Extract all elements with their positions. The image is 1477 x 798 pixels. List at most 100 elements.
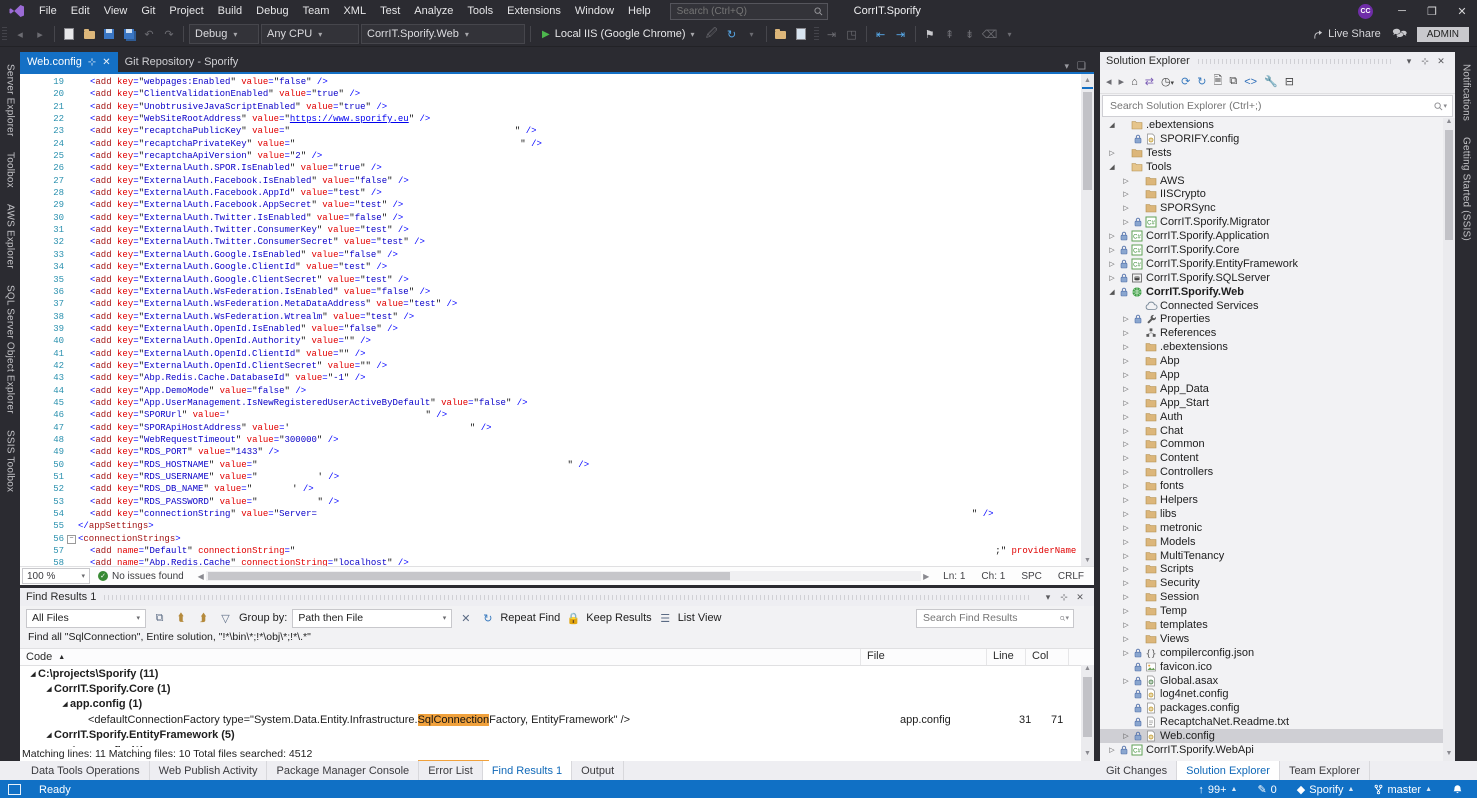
side-tab[interactable]: Server Explorer (5, 64, 16, 136)
menu-debug[interactable]: Debug (249, 5, 295, 17)
code-line[interactable]: 46<add key="SPORUrl" value='" /> (20, 409, 1081, 421)
startup-project-dropdown[interactable]: CorrIT.Sporify.Web▾ (361, 24, 525, 44)
tree-item[interactable]: ▷{}compilerconfig.json (1100, 646, 1455, 660)
solution-explorer-scrollbar[interactable]: ▲ ▼ (1443, 118, 1455, 761)
panel-tab-error-list[interactable]: Error List (419, 761, 483, 780)
close-tab-icon[interactable]: ✕ (102, 57, 110, 68)
code-line[interactable]: 40<add key="ExternalAuth.OpenId.Authorit… (20, 335, 1081, 347)
scroll-right-icon[interactable]: ▶ (921, 572, 931, 581)
column-header-col[interactable]: Col (1026, 649, 1069, 665)
window-position-icon[interactable]: ▾ (1401, 56, 1417, 67)
scrollbar-thumb[interactable] (208, 572, 730, 580)
decrease-indent-icon[interactable]: ⇤ (872, 25, 890, 43)
tree-item[interactable]: ▷Properties (1100, 312, 1455, 326)
find-group-row[interactable]: ◢app.config (1) (20, 697, 1094, 712)
code-line[interactable]: 51<add key="RDS_USERNAME" value="' /> (20, 471, 1081, 483)
toolbar-grip[interactable] (814, 27, 819, 41)
menu-file[interactable]: File (32, 5, 64, 17)
tree-item[interactable]: ▷Chat (1100, 424, 1455, 438)
breakpoint-icon[interactable]: ◳ (843, 25, 861, 43)
code-line[interactable]: 47<add key="SPORApiHostAddress" value='"… (20, 422, 1081, 434)
chevron-collapsed-icon[interactable]: ▷ (1120, 454, 1132, 462)
properties-wrench-icon[interactable]: 🔧 (1264, 75, 1278, 88)
chevron-collapsed-icon[interactable]: ▷ (1120, 510, 1132, 518)
menu-project[interactable]: Project (162, 5, 210, 17)
find-group-row[interactable]: ◢CorrIT.Sporify.Core (1) (20, 681, 1094, 696)
chevron-expanded-icon[interactable]: ◢ (1106, 163, 1118, 171)
scope-dropdown[interactable]: All Files▾ (26, 609, 146, 628)
chevron-collapsed-icon[interactable]: ▷ (1120, 413, 1132, 421)
prev-bookmark-icon[interactable]: ⇞ (941, 25, 959, 43)
chevron-collapsed-icon[interactable]: ▷ (1120, 315, 1132, 323)
health-indicator[interactable]: ✓ No issues found (98, 571, 184, 582)
tree-item[interactable]: packages.config (1100, 701, 1455, 715)
code-line[interactable]: 45<add key="App.UserManagement.IsNewRegi… (20, 397, 1081, 409)
close-icon[interactable]: ✕ (1433, 56, 1449, 67)
code-line[interactable]: 38<add key="ExternalAuth.WsFederation.Wt… (20, 311, 1081, 323)
panel-tab-data-tools-operations[interactable]: Data Tools Operations (22, 761, 150, 780)
keep-results-button[interactable]: 🔒Keep Results (565, 610, 651, 627)
code-line[interactable]: 49<add key="RDS_PORT" value="1433" /> (20, 446, 1081, 458)
tree-item[interactable]: ◢Tools (1100, 160, 1455, 174)
solution-explorer-header[interactable]: Solution Explorer ▾ ⊹ ✕ (1100, 52, 1455, 70)
chevron-collapsed-icon[interactable]: ▷ (1106, 274, 1118, 282)
tree-item[interactable]: ▷Auth (1100, 410, 1455, 424)
menu-window[interactable]: Window (568, 5, 621, 17)
chevron-collapsed-icon[interactable]: ▷ (1120, 635, 1132, 643)
code-line[interactable]: 43<add key="Abp.Redis.Cache.DatabaseId" … (20, 372, 1081, 384)
view-code-icon[interactable]: <> (1244, 76, 1257, 88)
menu-help[interactable]: Help (621, 5, 658, 17)
pin-icon[interactable]: ⊹ (88, 57, 96, 68)
chevron-collapsed-icon[interactable]: ▷ (1120, 371, 1132, 379)
editor-horizontal-scrollbar[interactable]: ◀ ▶ (196, 570, 931, 582)
menu-extensions[interactable]: Extensions (500, 5, 568, 17)
chevron-collapsed-icon[interactable]: ▷ (1106, 149, 1118, 157)
filter-icon[interactable]: ▽ (217, 610, 234, 627)
code-line[interactable]: 21<add key="UnobtrusiveJavaScriptEnabled… (20, 101, 1081, 113)
export-results-icon[interactable]: ⮬ (173, 610, 190, 627)
panel-tab-package-manager-console[interactable]: Package Manager Console (267, 761, 419, 780)
tab-web-config[interactable]: Web.config ⊹ ✕ (20, 52, 118, 72)
tree-item[interactable]: ▷Temp (1100, 604, 1455, 618)
background-tasks-icon[interactable] (8, 784, 21, 795)
tree-item[interactable]: ▷Content (1100, 451, 1455, 465)
find-group-row[interactable]: ◢CorrIT.Sporify.EntityFramework (5) (20, 728, 1094, 743)
live-share-button[interactable]: Live Share (1313, 28, 1381, 40)
code-line[interactable]: 55</appSettings> (20, 520, 1081, 532)
chevron-expanded-icon[interactable]: ◢ (44, 685, 54, 693)
branch-picker[interactable]: master ▲ (1374, 784, 1432, 796)
tree-item[interactable]: SPORIFY.config (1100, 132, 1455, 146)
solution-platform-dropdown[interactable]: Any CPU▾ (261, 24, 359, 44)
unsaved-changes-indicator[interactable]: ✎ 0 (1257, 783, 1276, 796)
save-all-icon[interactable] (120, 25, 138, 43)
tree-item[interactable]: ▷Security (1100, 576, 1455, 590)
chevron-collapsed-icon[interactable]: ▷ (1106, 246, 1118, 254)
preview-selected-items-icon[interactable]: ⧉ (1229, 75, 1237, 88)
clear-bookmarks-icon[interactable]: ⌫ (981, 25, 999, 43)
tree-item[interactable]: ▷Abp (1100, 354, 1455, 368)
list-view-button[interactable]: ☰List View (657, 610, 722, 627)
properties-icon[interactable]: 🗎 (1214, 72, 1223, 91)
panel-tab-team-explorer[interactable]: Team Explorer (1280, 761, 1370, 780)
tree-item[interactable]: ▷Session (1100, 590, 1455, 604)
next-bookmark-icon[interactable]: ⇟ (961, 25, 979, 43)
save-icon[interactable] (100, 25, 118, 43)
home-icon[interactable]: ⌂ (1131, 76, 1138, 88)
code-line[interactable]: 32<add key="ExternalAuth.Twitter.Consume… (20, 236, 1081, 248)
minimize-button[interactable]: ─ (1387, 0, 1417, 22)
sync-with-active-document-icon[interactable]: ⇄ (1145, 75, 1154, 88)
code-line[interactable]: 34<add key="ExternalAuth.Google.ClientId… (20, 261, 1081, 273)
tree-item[interactable]: ▷libs (1100, 507, 1455, 521)
code-line[interactable]: 36<add key="ExternalAuth.WsFederation.Is… (20, 286, 1081, 298)
menu-view[interactable]: View (97, 5, 135, 17)
code-line[interactable]: 19<add key="webpages:Enabled" value="fal… (20, 76, 1081, 88)
window-position-icon[interactable]: ▾ (1040, 592, 1056, 603)
navigate-forward-icon[interactable]: ▸ (31, 25, 49, 43)
quick-search-box[interactable] (670, 3, 828, 20)
float-window-icon[interactable]: ❏ (1077, 61, 1086, 72)
panel-tab-solution-explorer[interactable]: Solution Explorer (1177, 761, 1280, 780)
code-line[interactable]: 29<add key="ExternalAuth.Facebook.AppSec… (20, 199, 1081, 211)
tree-item[interactable]: ▷Global.asax (1100, 674, 1455, 688)
tree-item[interactable]: log4net.config (1100, 688, 1455, 702)
bookmark-icon[interactable]: ⚑ (921, 25, 939, 43)
